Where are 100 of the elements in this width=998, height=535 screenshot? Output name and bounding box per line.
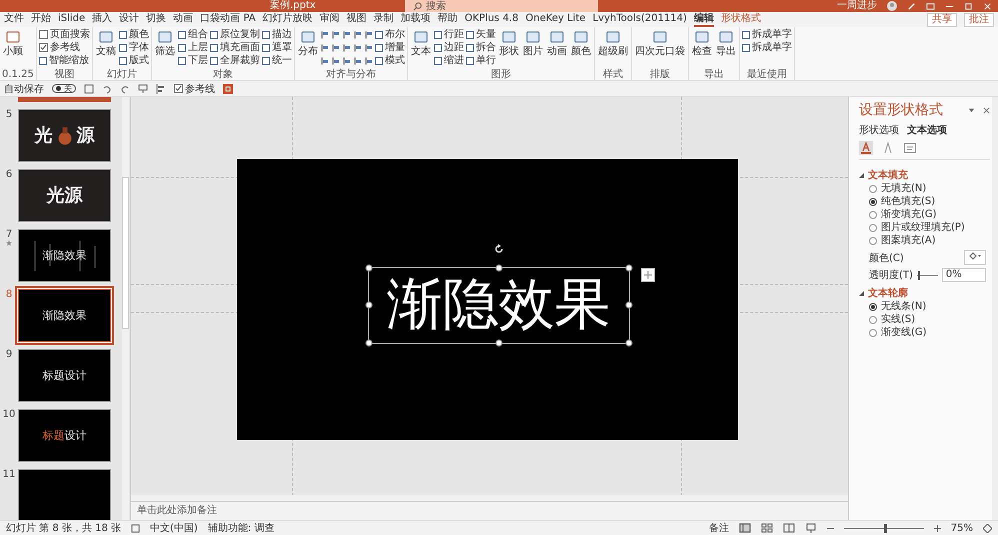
resize-handle[interactable] xyxy=(365,339,372,346)
ribbon-button[interactable]: 拆成单字 xyxy=(742,28,792,41)
sorter-view-icon[interactable] xyxy=(760,523,773,533)
ribbon-display-icon[interactable] xyxy=(926,2,935,10)
ribbon-tab[interactable]: LvyhTools(201114) xyxy=(592,12,687,27)
section-title[interactable]: 文本填充 xyxy=(868,168,908,182)
ribbon-tab[interactable]: 加载项 xyxy=(400,12,431,27)
ribbon-button[interactable]: 颜色 xyxy=(570,28,592,69)
ribbon-button[interactable]: 小顾 xyxy=(2,28,24,69)
ribbon-button[interactable]: 检查 xyxy=(690,28,713,69)
undo-icon[interactable] xyxy=(102,84,112,94)
align-icon[interactable] xyxy=(320,30,329,38)
pane-tab[interactable]: 文本选项 xyxy=(907,123,947,137)
share-button[interactable]: 共享 xyxy=(927,12,957,26)
resize-handle[interactable] xyxy=(495,339,502,346)
ribbon-tab[interactable]: 形状格式 xyxy=(720,12,761,27)
autosave-toggle[interactable]: 关 xyxy=(52,84,76,93)
ribbon-button[interactable]: 增量 xyxy=(374,41,405,54)
ribbon-checkbox[interactable]: 页面搜索 xyxy=(38,28,90,41)
ribbon-button[interactable]: 矢量 xyxy=(466,28,496,41)
ribbon-tab[interactable]: 插入 xyxy=(92,12,112,27)
ribbon-tab[interactable]: 文件 xyxy=(4,12,24,27)
slide-thumbnail[interactable]: 光 源 xyxy=(18,109,111,162)
transparency-input[interactable]: 0% xyxy=(942,268,986,282)
ribbon-button[interactable]: 描边 xyxy=(262,28,292,41)
ribbon-tab[interactable]: 审阅 xyxy=(320,12,340,27)
align-icon[interactable] xyxy=(364,56,373,64)
resize-handle[interactable] xyxy=(625,264,632,271)
ribbon-tab[interactable]: 视图 xyxy=(346,12,367,27)
ribbon-button[interactable]: 版式 xyxy=(118,54,149,67)
ribbon-tab[interactable]: 录制 xyxy=(374,12,394,27)
scrollbar-thumb[interactable] xyxy=(122,177,129,329)
textbox-icon[interactable] xyxy=(903,141,917,155)
ribbon-tab[interactable]: 开始 xyxy=(31,12,51,27)
ribbon-tab[interactable]: 设计 xyxy=(119,12,140,27)
ribbon-tab[interactable]: 幻灯片放映 xyxy=(262,12,313,27)
fit-to-window-icon[interactable] xyxy=(983,524,992,532)
close-icon[interactable] xyxy=(983,106,990,114)
guides-checkbox[interactable]: 参考线 xyxy=(174,82,215,96)
resize-handle[interactable] xyxy=(365,302,372,308)
slider-handle[interactable] xyxy=(918,270,920,280)
slide-thumbnail[interactable]: 渐隐效果 xyxy=(18,289,111,342)
collapse-triangle-icon[interactable] xyxy=(859,290,864,296)
align-icon[interactable] xyxy=(354,44,362,52)
ribbon-button[interactable]: 原位复制 xyxy=(210,28,260,41)
reading-view-icon[interactable] xyxy=(782,523,795,533)
ribbon-button[interactable]: 筛选 xyxy=(154,28,176,69)
ribbon-button[interactable]: 遮罩 xyxy=(262,41,292,54)
redo-icon[interactable] xyxy=(120,84,130,94)
comments-button[interactable]: 批注 xyxy=(964,12,994,26)
ribbon-button[interactable]: 图片 xyxy=(522,28,544,69)
zoom-in-icon[interactable] xyxy=(934,524,941,532)
align-icon[interactable] xyxy=(332,30,340,38)
ribbon-button[interactable]: 颜色 xyxy=(118,28,149,41)
ribbon-tab[interactable]: 切换 xyxy=(146,12,166,27)
color-picker-button[interactable] xyxy=(964,250,986,265)
search-field[interactable]: 搜索 xyxy=(405,0,598,12)
ribbon-tab[interactable]: OKPlus 4.8 xyxy=(464,12,518,27)
notes-button[interactable]: 备注 xyxy=(708,521,729,535)
ribbon-button[interactable]: 文稿 xyxy=(94,28,117,69)
ribbon-button[interactable]: 组合 xyxy=(178,28,208,41)
zoom-slider-handle[interactable] xyxy=(884,524,887,532)
ribbon-button[interactable]: 边距 xyxy=(434,41,464,54)
ribbon-button[interactable]: 行距 xyxy=(434,28,464,41)
ribbon-tab[interactable]: 帮助 xyxy=(438,12,458,27)
resize-handle[interactable] xyxy=(625,339,632,346)
zoom-level[interactable]: 75% xyxy=(950,522,973,534)
ribbon-button[interactable]: 布尔 xyxy=(374,28,405,41)
ribbon-button[interactable]: 上层 xyxy=(178,41,208,54)
align-icon[interactable] xyxy=(342,30,351,38)
avatar-icon[interactable] xyxy=(887,1,897,11)
dropdown-caret-icon[interactable] xyxy=(968,106,975,114)
ribbon-button[interactable]: 缩进 xyxy=(434,54,464,67)
slide-thumbnail[interactable]: 标题设计 xyxy=(18,349,111,402)
collapse-triangle-icon[interactable] xyxy=(859,172,864,178)
ribbon-button[interactable]: 拆成单字 xyxy=(742,41,792,54)
align-icon[interactable] xyxy=(364,44,373,52)
ribbon-checkbox[interactable]: 参考线 xyxy=(38,41,90,54)
radio-option[interactable]: 无填充(N) xyxy=(869,182,926,195)
align-left-icon[interactable] xyxy=(156,84,166,94)
align-icon[interactable] xyxy=(320,44,329,52)
addin-icon[interactable] xyxy=(223,84,233,94)
radio-option[interactable]: 纯色填充(S) xyxy=(869,195,936,208)
align-icon[interactable] xyxy=(354,56,362,64)
ribbon-button[interactable]: 模式 xyxy=(374,54,405,67)
slideshow-icon[interactable] xyxy=(804,523,817,533)
ribbon-button[interactable]: 四次元口袋 xyxy=(634,28,686,69)
ribbon-button[interactable]: 统一 xyxy=(262,54,292,67)
slide-thumbnail[interactable]: 渐隐效果 xyxy=(18,229,111,282)
align-icon[interactable] xyxy=(364,30,373,38)
save-icon[interactable] xyxy=(84,84,94,94)
slide-thumbnail[interactable]: 标题设计 xyxy=(18,409,111,462)
ribbon-tab[interactable]: iSlide xyxy=(58,12,86,27)
accessibility-status[interactable]: 辅助功能: 调查 xyxy=(208,521,274,535)
align-icon[interactable] xyxy=(342,44,351,52)
radio-option[interactable]: 图案填充(A) xyxy=(869,234,936,247)
language-label[interactable]: 中文(中国) xyxy=(150,521,198,535)
ribbon-button[interactable]: 导出 xyxy=(714,28,737,69)
align-icon[interactable] xyxy=(320,56,329,64)
present-icon[interactable] xyxy=(138,84,148,94)
